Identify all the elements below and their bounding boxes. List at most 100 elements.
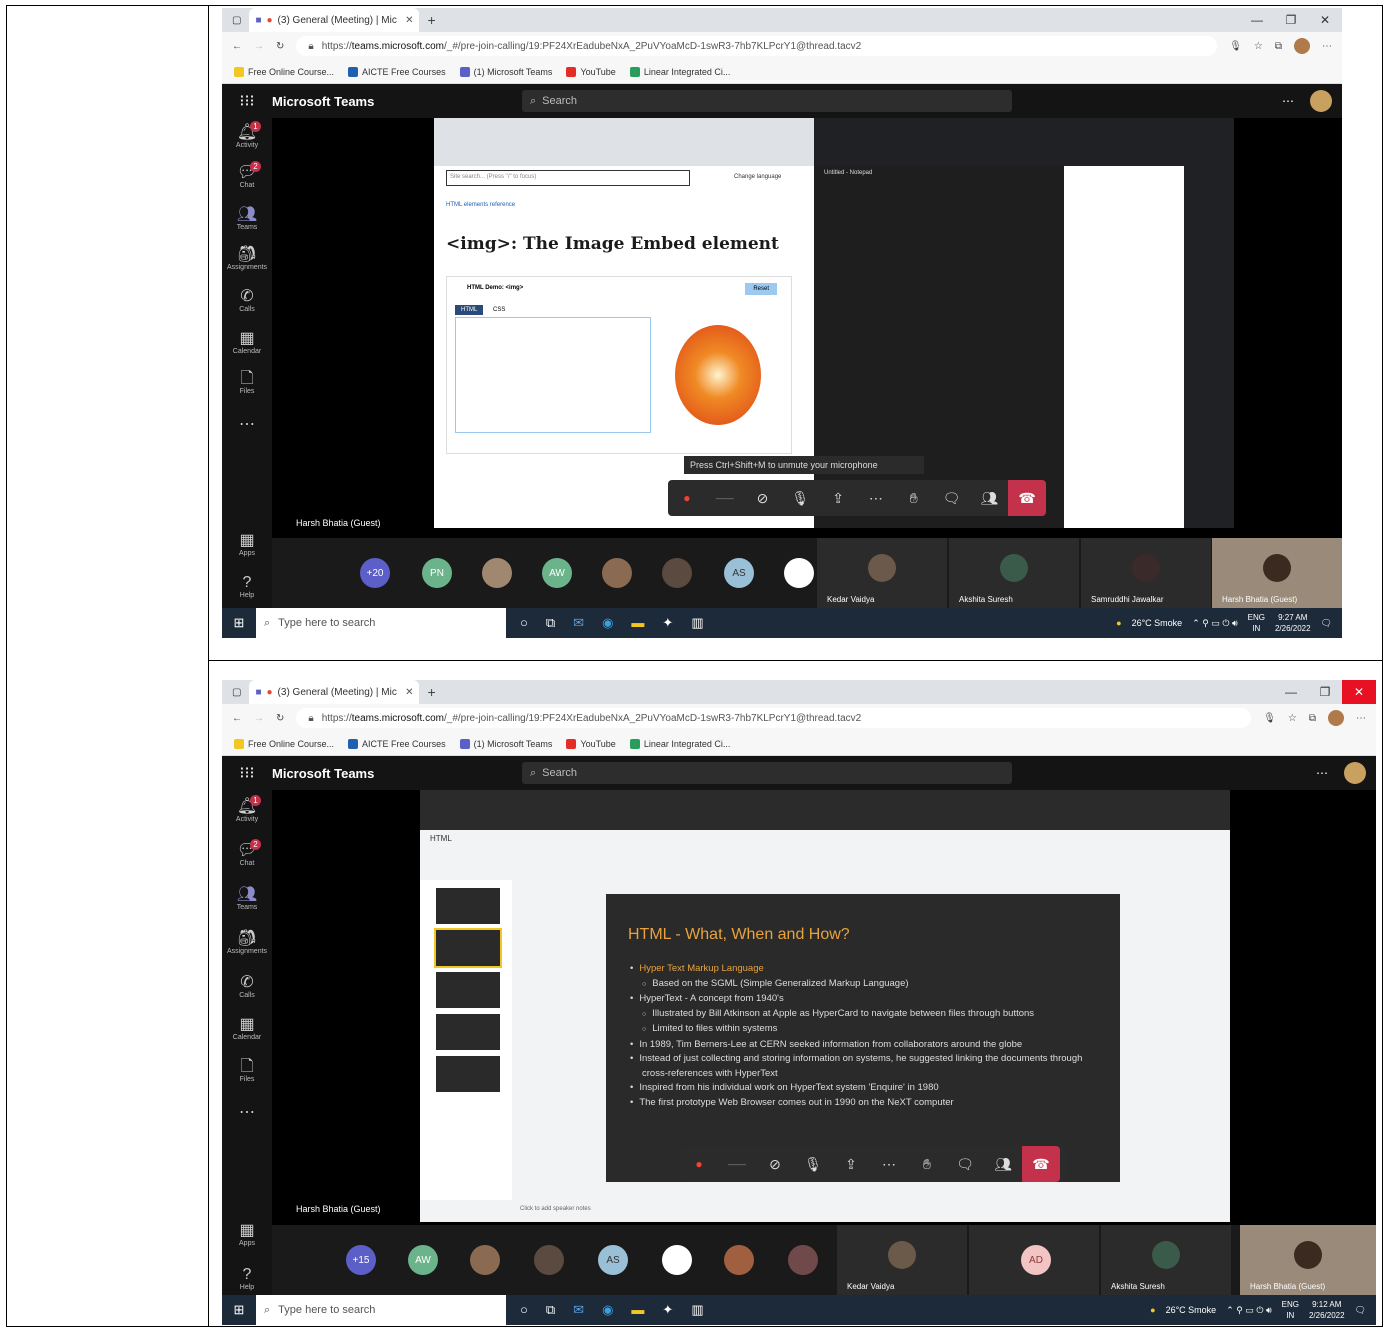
forward-icon[interactable]: → (254, 41, 264, 52)
minimize-button[interactable]: — (1240, 8, 1274, 32)
slides-doc-title[interactable]: HTML (430, 834, 452, 843)
more-icon[interactable]: ⋯ (1356, 713, 1366, 724)
tab-actions-icon[interactable]: ▢ (232, 15, 241, 26)
tab-css[interactable]: CSS (487, 305, 511, 315)
bookmark-item[interactable]: (1) Microsoft Teams (459, 738, 552, 749)
slide-thumbnail-selected[interactable] (434, 928, 502, 968)
more-icon[interactable]: ⋯ (1282, 94, 1294, 108)
rail-item-calendar[interactable]: ▦ Calendar (222, 330, 272, 355)
url-field[interactable]: 🔒︎ https://teams.microsoft.com/_#/pre-jo… (296, 708, 1252, 728)
bookmark-item[interactable]: Free Online Course... (234, 66, 334, 77)
close-window-button[interactable]: ✕ (1308, 8, 1342, 32)
weather-text[interactable]: 26°C Smoke (1166, 1305, 1217, 1315)
search-input[interactable]: ⌕ Search (522, 90, 1012, 112)
file-explorer-icon[interactable]: ▬ (631, 615, 644, 631)
rail-item-apps[interactable]: ▦ Apps (222, 532, 272, 557)
bookmark-item[interactable]: Free Online Course... (234, 738, 334, 749)
slide-thumbnail[interactable] (436, 972, 500, 1008)
bookmark-item[interactable]: (1) Microsoft Teams (459, 66, 552, 77)
rail-item-help[interactable]: ? Help (222, 574, 272, 599)
more-icon[interactable]: ⋯ (870, 1156, 908, 1173)
avatar[interactable] (662, 558, 692, 588)
weather-text[interactable]: 26°C Smoke (1132, 618, 1183, 628)
profile-avatar[interactable] (1328, 710, 1344, 726)
taskbar-search-input[interactable]: ⌕ Type here to search (256, 1295, 506, 1325)
clock-time[interactable]: 9:27 AM (1275, 612, 1311, 623)
cortana-icon[interactable]: ○ (520, 1302, 528, 1318)
restore-button[interactable]: ❐ (1274, 8, 1308, 32)
change-language-link[interactable]: Change language (734, 174, 781, 180)
share-icon[interactable]: ⇪ (819, 490, 857, 507)
reset-button[interactable]: Reset (745, 283, 777, 295)
rail-item-files[interactable]: 🗋 Files (222, 370, 272, 395)
rail-item-chat[interactable]: 💬︎ 2 Chat (222, 839, 272, 867)
collections-icon[interactable]: ⧉ (1275, 41, 1282, 52)
raise-hand-icon[interactable]: ✋︎ (895, 490, 933, 507)
minimize-button[interactable]: — (1274, 680, 1308, 704)
language-indicator[interactable]: ENG (1282, 1299, 1299, 1310)
slide-thumbnail[interactable] (436, 1014, 500, 1050)
rail-item-activity[interactable]: 🔔︎ 1 Activity (222, 795, 272, 823)
taskbar-search-input[interactable]: ⌕ Type here to search (256, 608, 506, 638)
video-tile[interactable]: Kedar Vaidya (817, 538, 947, 608)
avatar[interactable] (1344, 762, 1366, 784)
cortana-icon[interactable]: ○ (520, 615, 528, 631)
slide-thumbnail[interactable] (436, 1056, 500, 1092)
avatar[interactable]: AW (542, 558, 572, 588)
microphone-icon[interactable]: 🎙︎ (1263, 713, 1276, 724)
share-icon[interactable]: ⇪ (832, 1156, 870, 1173)
new-tab-button[interactable]: + (427, 12, 435, 28)
back-icon[interactable]: ← (232, 41, 242, 52)
tray-icons[interactable]: ⌃ ⚲ ▭ ⏻ 🔊︎ (1226, 1305, 1271, 1316)
rail-item-teams[interactable]: 👥︎ Teams (222, 206, 272, 231)
collections-icon[interactable]: ⧉ (1309, 713, 1316, 724)
edge-icon[interactable]: ◉ (602, 615, 613, 631)
rail-item-calls[interactable]: ✆ Calls (222, 974, 272, 999)
close-window-button[interactable]: ✕ (1342, 680, 1376, 704)
avatar[interactable] (724, 1245, 754, 1275)
avatar[interactable] (602, 558, 632, 588)
bookmark-item[interactable]: AICTE Free Courses (348, 738, 446, 749)
search-input[interactable]: ⌕ Search (522, 762, 1012, 784)
mail-icon[interactable]: ✉ (573, 1302, 584, 1318)
breadcrumb[interactable]: HTML elements reference (446, 202, 515, 208)
avatar[interactable] (470, 1245, 500, 1275)
app-icon[interactable]: ▥ (691, 1302, 703, 1318)
avatar[interactable]: AS (598, 1245, 628, 1275)
chat-icon[interactable]: 🗨︎ (946, 1156, 984, 1173)
tab-html[interactable]: HTML (455, 305, 484, 315)
task-view-icon[interactable]: ⧉ (546, 1302, 555, 1318)
bookmark-item[interactable]: Linear Integrated Ci... (629, 66, 730, 77)
teams-taskbar-icon[interactable]: ✦ (662, 615, 673, 631)
favorites-icon[interactable]: ☆ (1288, 713, 1297, 724)
restore-button[interactable]: ❐ (1308, 680, 1342, 704)
favorites-icon[interactable]: ☆ (1254, 41, 1263, 52)
avatar[interactable] (784, 558, 814, 588)
rail-more-icon[interactable]: ⋯ (222, 1104, 272, 1122)
app-icon[interactable]: ▥ (691, 615, 703, 631)
raise-hand-icon[interactable]: ✋︎ (908, 1156, 946, 1173)
overflow-count-avatar[interactable]: +15 (346, 1245, 376, 1275)
video-tile[interactable]: Kedar Vaidya (837, 1225, 967, 1295)
avatar[interactable] (788, 1245, 818, 1275)
mdn-search-input[interactable]: Site search... (Press "/" to focus) (446, 170, 690, 186)
avatar[interactable] (662, 1245, 692, 1275)
teams-taskbar-icon[interactable]: ✦ (662, 1302, 673, 1318)
url-field[interactable]: 🔒︎ https://teams.microsoft.com/_#/pre-jo… (296, 36, 1218, 56)
rail-item-assignments[interactable]: 🎒︎ Assignments (222, 930, 272, 955)
avatar[interactable] (482, 558, 512, 588)
close-tab-icon[interactable]: ✕ (405, 687, 413, 698)
more-icon[interactable]: ⋯ (1322, 41, 1332, 52)
rail-item-help[interactable]: ? Help (222, 1266, 272, 1291)
close-tab-icon[interactable]: ✕ (405, 15, 413, 26)
video-tile[interactable]: Harsh Bhatia (Guest) (1240, 1225, 1376, 1295)
video-tile[interactable]: Akshita Suresh (1101, 1225, 1231, 1295)
video-tile[interactable]: Samruddhi Jawalkar (1081, 538, 1211, 608)
mic-off-icon[interactable]: 🎙︎ (794, 1156, 832, 1173)
notification-icon[interactable]: 🗨︎ (1355, 1305, 1366, 1316)
tray-icons[interactable]: ⌃ ⚲ ▭ ⏻ 🔊︎ (1192, 618, 1237, 629)
avatar[interactable]: PN (422, 558, 452, 588)
rail-item-calls[interactable]: ✆ Calls (222, 288, 272, 313)
overflow-count-avatar[interactable]: +20 (360, 558, 390, 588)
rail-item-files[interactable]: 🗋 Files (222, 1058, 272, 1083)
